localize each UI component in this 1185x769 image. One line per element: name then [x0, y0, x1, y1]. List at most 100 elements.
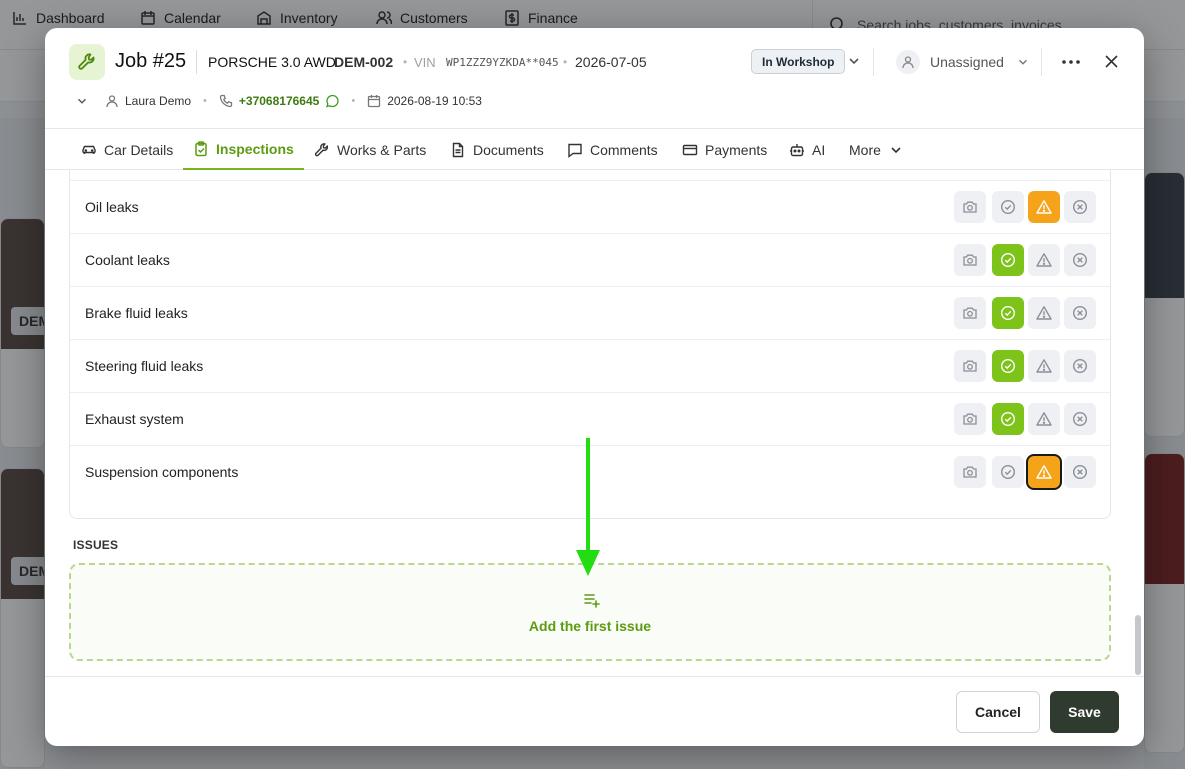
- assignee-dropdown[interactable]: Unassigned: [896, 50, 1030, 74]
- photo-button[interactable]: [954, 191, 986, 223]
- appointment-label: 2026-08-19 10:53: [387, 94, 482, 108]
- mark-warning-button[interactable]: [1028, 191, 1060, 223]
- add-first-issue-label: Add the first issue: [528, 618, 652, 634]
- job-icon-badge: [69, 44, 105, 80]
- modal-header: Job #25 PORSCHE 3.0 AWD DEM-002 • VIN WP…: [45, 28, 1144, 128]
- calendar-icon: [368, 95, 381, 108]
- save-button[interactable]: Save: [1050, 691, 1119, 733]
- scrollbar-track[interactable]: [1133, 190, 1141, 676]
- x-circle-icon: [1072, 199, 1088, 215]
- tab-works-parts[interactable]: Works & Parts: [304, 129, 436, 170]
- mark-ok-button[interactable]: [992, 456, 1024, 488]
- camera-icon: [963, 413, 977, 425]
- photo-button[interactable]: [954, 244, 986, 276]
- warning-triangle-icon: [1036, 253, 1052, 267]
- avatar: [896, 50, 920, 74]
- user-icon: [106, 95, 118, 108]
- photo-button[interactable]: [954, 403, 986, 435]
- tab-documents[interactable]: Documents: [440, 129, 554, 170]
- photo-button[interactable]: [954, 350, 986, 382]
- car-icon: [82, 145, 96, 154]
- assignee-label: Unassigned: [930, 54, 1004, 70]
- comment-icon: [568, 143, 582, 158]
- vin-label: VIN: [414, 55, 436, 70]
- tab-label: Payments: [705, 141, 768, 158]
- car-plate: DEM-002: [334, 54, 394, 70]
- tab-label: Car Details: [104, 141, 174, 158]
- camera-icon: [963, 307, 977, 319]
- annotation-arrow-down-icon: [576, 438, 600, 576]
- header-divider: [1041, 48, 1042, 76]
- photo-button[interactable]: [954, 456, 986, 488]
- tab-car-details[interactable]: Car Details: [71, 129, 183, 170]
- warning-triangle-icon: [1036, 465, 1052, 479]
- mark-fail-button[interactable]: [1064, 244, 1096, 276]
- mark-fail-button[interactable]: [1064, 350, 1096, 382]
- tab-label: Inspections: [216, 140, 294, 157]
- phone-icon: [219, 94, 233, 108]
- inspection-item-label: Oil leaks: [85, 199, 139, 215]
- whatsapp-icon[interactable]: [325, 94, 339, 108]
- status-dropdown[interactable]: In Workshop: [751, 49, 846, 74]
- inspection-item-label: Suspension components: [85, 464, 239, 480]
- inspection-item-label: Steering fluid leaks: [85, 358, 204, 374]
- chevron-down-icon: [891, 146, 901, 153]
- mark-ok-button[interactable]: [992, 297, 1024, 329]
- check-circle-icon: [1000, 464, 1016, 480]
- header-divider: [873, 48, 874, 76]
- mark-ok-button[interactable]: [992, 403, 1024, 435]
- x-circle-icon: [1072, 252, 1088, 268]
- customer-name-label: Laura Demo: [125, 94, 192, 108]
- mark-warning-button[interactable]: [1028, 403, 1060, 435]
- separator-dot: •: [203, 95, 207, 107]
- mark-fail-button[interactable]: [1064, 191, 1096, 223]
- x-circle-icon: [1072, 464, 1088, 480]
- user-icon: [902, 56, 914, 69]
- ellipsis-icon: [1062, 60, 1080, 64]
- warning-triangle-icon: [1036, 200, 1052, 214]
- mark-fail-button[interactable]: [1064, 403, 1096, 435]
- cancel-button[interactable]: Cancel: [956, 691, 1040, 733]
- camera-icon: [963, 466, 977, 478]
- scrollbar-thumb[interactable]: [1135, 615, 1141, 675]
- mark-ok-button[interactable]: [992, 191, 1024, 223]
- mark-warning-button[interactable]: [1028, 456, 1060, 488]
- credit-card-icon: [682, 144, 698, 155]
- separator-dot: •: [351, 95, 356, 107]
- mark-warning-button[interactable]: [1028, 244, 1060, 276]
- tab-payments[interactable]: Payments: [672, 129, 777, 170]
- mark-warning-button[interactable]: [1028, 350, 1060, 382]
- vin-value: WP1ZZZ9YZKDA**045: [446, 56, 559, 69]
- tab-label: Works & Parts: [337, 141, 427, 158]
- chevron-down-icon[interactable]: [846, 53, 862, 69]
- customer-phone[interactable]: +37068176645: [219, 94, 339, 108]
- check-circle-icon: [1000, 305, 1016, 321]
- camera-icon: [963, 360, 977, 372]
- customer-name[interactable]: Laura Demo: [105, 94, 191, 108]
- inspection-item-label: Coolant leaks: [85, 252, 170, 268]
- mark-fail-button[interactable]: [1064, 297, 1096, 329]
- inspection-row: Coolant leaks: [70, 233, 1110, 286]
- job-date: 2026-07-05: [575, 54, 647, 70]
- mark-ok-button[interactable]: [992, 350, 1024, 382]
- modal-footer: Cancel Save: [45, 676, 1144, 746]
- close-button[interactable]: [1100, 50, 1122, 72]
- camera-icon: [963, 201, 977, 213]
- tab-label: Documents: [473, 141, 544, 158]
- mark-ok-button[interactable]: [992, 244, 1024, 276]
- photo-button[interactable]: [954, 297, 986, 329]
- mark-fail-button[interactable]: [1064, 456, 1096, 488]
- tab-inspections[interactable]: Inspections: [183, 129, 304, 170]
- document-icon: [452, 142, 464, 157]
- modal-tabs: Car Details Inspections Works & Parts Do…: [45, 128, 1144, 170]
- warning-triangle-icon: [1036, 412, 1052, 426]
- tab-more[interactable]: More: [839, 129, 914, 170]
- wrench-icon: [78, 53, 95, 70]
- separator-dot: •: [563, 55, 568, 69]
- chevron-down-icon[interactable]: [75, 94, 89, 108]
- tab-ai[interactable]: AI: [779, 129, 835, 170]
- more-options-button[interactable]: [1059, 52, 1083, 72]
- mark-warning-button[interactable]: [1028, 297, 1060, 329]
- tab-label: Comments: [590, 141, 658, 158]
- tab-comments[interactable]: Comments: [557, 129, 668, 170]
